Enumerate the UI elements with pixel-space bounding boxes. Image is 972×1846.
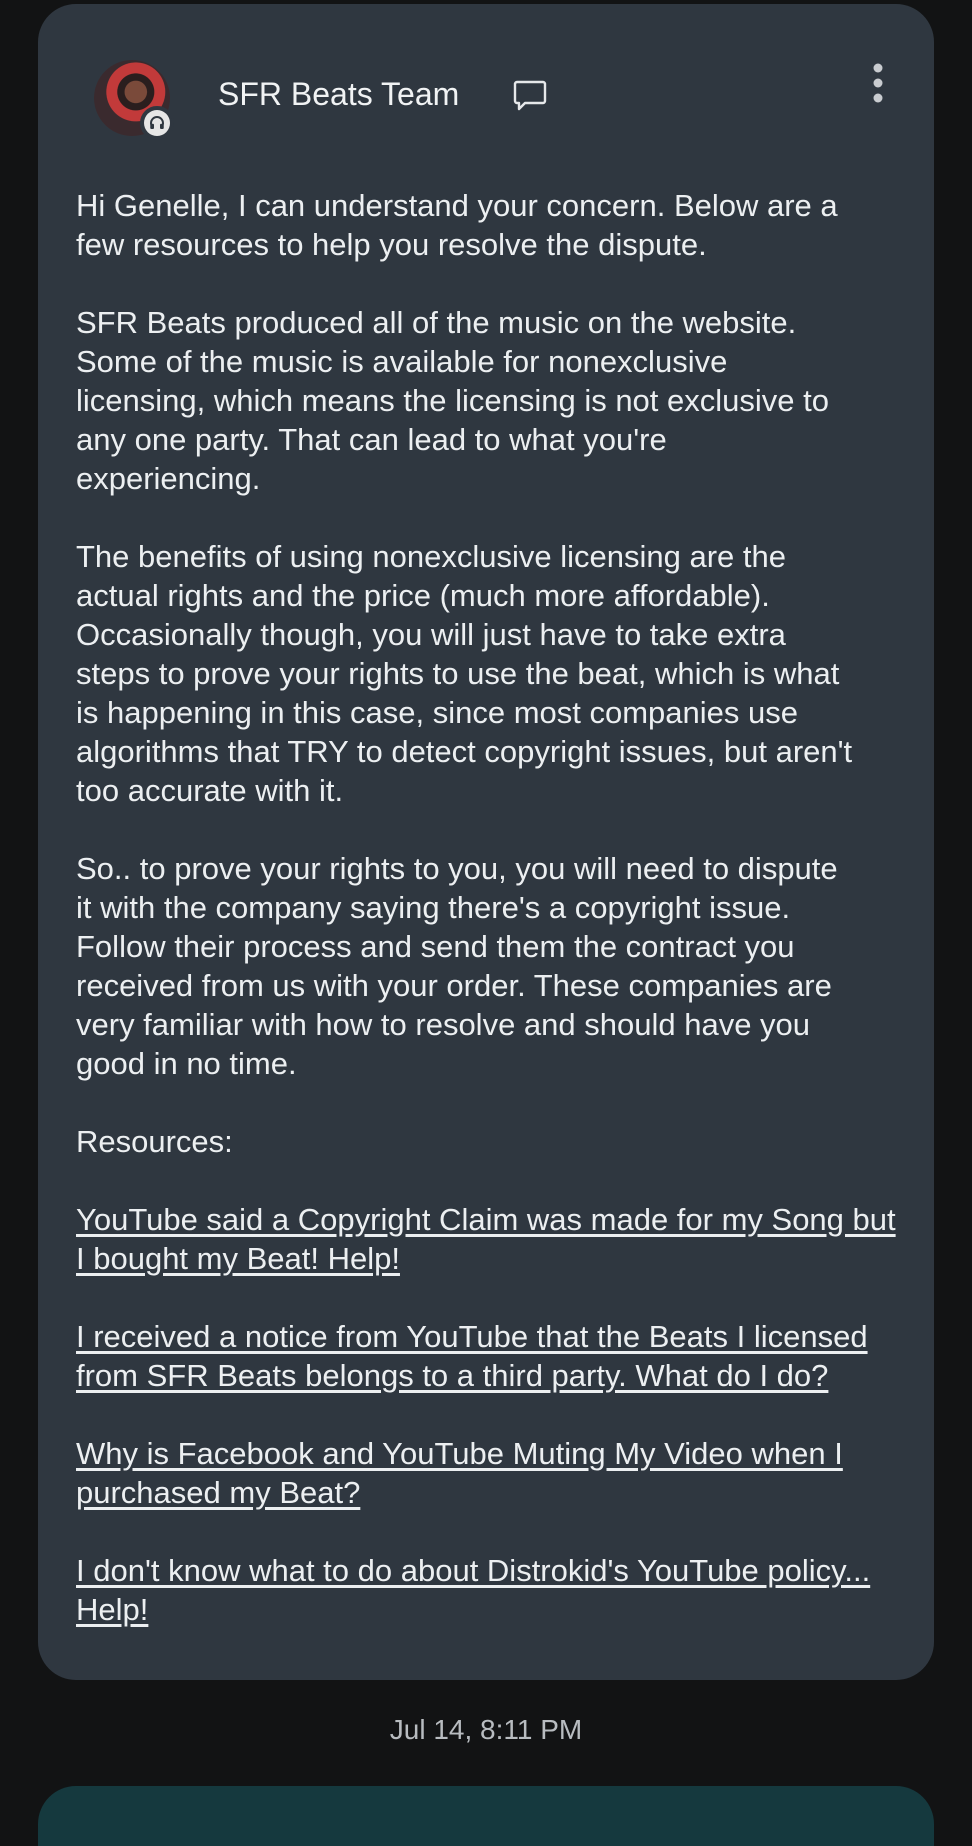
more-vert-icon[interactable] [868,62,888,104]
resource-link[interactable]: I received a notice from YouTube that th… [76,1317,906,1395]
message-paragraph: The benefits of using nonexclusive licen… [76,539,853,808]
chat-bubble-icon[interactable] [512,78,548,114]
message-card: SFR Beats Team Hi Genelle, I can underst… [38,4,934,1680]
resource-link[interactable]: I don't know what to do about Distrokid'… [76,1551,906,1629]
resource-link[interactable]: YouTube said a Copyright Claim was made … [76,1200,906,1278]
sender-name: SFR Beats Team [218,76,460,112]
message-paragraph: SFR Beats produced all of the music on t… [76,305,829,496]
message-paragraph: Hi Genelle, I can understand your concer… [76,188,838,262]
message-body: Hi Genelle, I can understand your concer… [76,186,906,1629]
resources-heading: Resources: [76,1124,233,1159]
sender-avatar[interactable] [94,60,174,140]
message-paragraph: So.. to prove your rights to you, you wi… [76,851,838,1081]
resource-link[interactable]: Why is Facebook and YouTube Muting My Vi… [76,1434,906,1512]
headset-icon [140,106,174,140]
message-timestamp: Jul 14, 8:11 PM [389,1714,583,1745]
next-message-bubble[interactable] [38,1786,934,1846]
